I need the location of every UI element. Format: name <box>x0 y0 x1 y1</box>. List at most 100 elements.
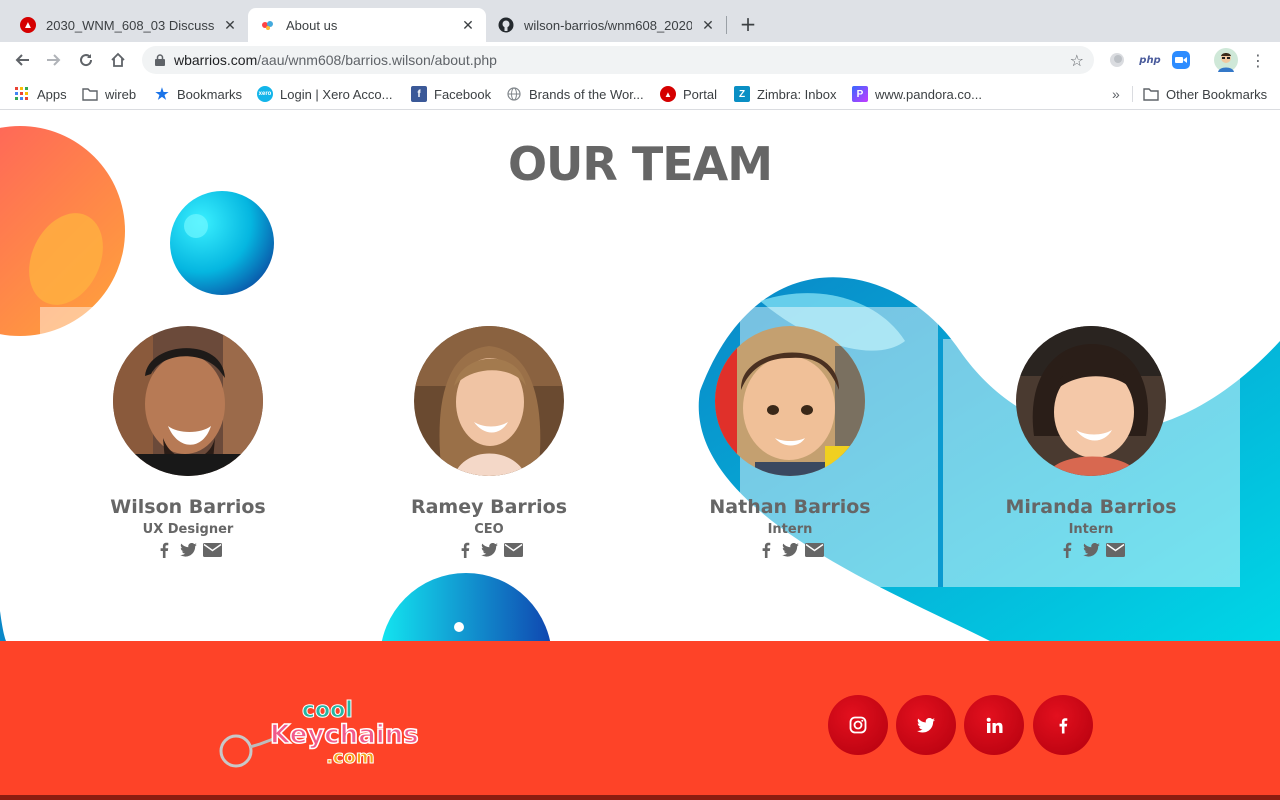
url-path: /aau/wnm608/barrios.wilson/about.php <box>257 52 497 68</box>
xero-icon: xero <box>257 86 273 102</box>
twitter-icon[interactable] <box>1081 541 1101 559</box>
apps-grid-icon <box>14 86 30 102</box>
instagram-icon <box>849 716 867 734</box>
reload-button[interactable] <box>74 48 98 72</box>
bookmark-label: wireb <box>105 86 137 102</box>
page-title: OUR TEAM <box>507 137 773 191</box>
tab-strip: ▲ 2030_WNM_608_03 Discussion ✕ About us … <box>0 0 1280 42</box>
envelope-icon[interactable] <box>1105 541 1125 559</box>
close-icon[interactable]: ✕ <box>222 17 238 33</box>
more-menu-icon[interactable]: ⋮ <box>1250 51 1266 70</box>
bookmark-pandora[interactable]: P www.pandora.co... <box>852 86 982 102</box>
close-icon[interactable]: ✕ <box>700 17 716 33</box>
bookmark-apps[interactable]: Apps <box>14 86 67 102</box>
bookmark-label: Facebook <box>434 86 492 102</box>
tab-divider <box>726 16 727 34</box>
home-icon <box>111 52 125 67</box>
member-name: Wilson Barrios <box>110 496 266 518</box>
home-button[interactable] <box>106 48 130 72</box>
bookmark-other[interactable]: Other Bookmarks <box>1143 86 1267 102</box>
portal-favicon-icon: ▲ <box>20 17 36 33</box>
github-icon <box>498 17 514 33</box>
footer-bottom-bar <box>0 795 1280 800</box>
bookmarks-bar: Apps wireb ★ Bookmarks xero Login | Xero… <box>0 78 1280 110</box>
member-social-links <box>38 541 338 559</box>
tab-title: wilson-barrios/wnm608_2020 <box>524 17 692 33</box>
bookmark-bookmarks[interactable]: ★ Bookmarks <box>154 86 243 103</box>
bookmark-label: Portal <box>683 86 717 102</box>
avatar <box>1016 326 1166 476</box>
bookmark-zimbra[interactable]: Z Zimbra: Inbox <box>734 86 836 102</box>
tab-title: About us <box>286 17 338 33</box>
bookmark-label: Brands of the Wor... <box>529 86 644 102</box>
site-footer: cool Keychains .com <box>0 641 1280 800</box>
tab-discussion[interactable]: ▲ 2030_WNM_608_03 Discussion ✕ <box>8 8 248 42</box>
facebook-icon[interactable] <box>455 541 475 559</box>
envelope-icon[interactable] <box>202 541 222 559</box>
back-button[interactable] <box>10 48 34 72</box>
twitter-icon[interactable] <box>479 541 499 559</box>
page-viewport: OUR TEAM Wilson Barrios UX Designer Rame… <box>0 111 1280 800</box>
folder-icon <box>82 86 98 102</box>
logo-text-keychains: Keychains <box>270 720 419 750</box>
star-icon: ★ <box>155 86 169 103</box>
pandora-icon: P <box>852 86 868 102</box>
tab-github[interactable]: wilson-barrios/wnm608_2020 ✕ <box>486 8 726 42</box>
member-social-links <box>941 541 1241 559</box>
tab-title: 2030_WNM_608_03 Discussion <box>46 17 214 33</box>
bookmark-brands[interactable]: Brands of the Wor... <box>506 86 644 102</box>
site-logo[interactable]: cool Keychains .com <box>218 693 428 773</box>
zoom-extension-icon[interactable] <box>1172 51 1190 69</box>
bookmark-star-icon[interactable]: ☆ <box>1070 51 1084 70</box>
bookmark-divider <box>1132 86 1133 102</box>
bookmark-label: Bookmarks <box>177 86 243 102</box>
twitter-icon[interactable] <box>780 541 800 559</box>
envelope-icon[interactable] <box>503 541 523 559</box>
footer-facebook-button[interactable] <box>1033 695 1093 755</box>
facebook-icon: f <box>411 86 427 102</box>
team-member-card: Wilson Barrios UX Designer <box>38 326 338 559</box>
logo-text-com: .com <box>326 747 375 768</box>
member-social-links <box>339 541 639 559</box>
arrow-left-icon <box>15 54 29 66</box>
footer-linkedin-button[interactable] <box>964 695 1024 755</box>
facebook-icon[interactable] <box>1057 541 1077 559</box>
bookmark-label: Zimbra: Inbox <box>757 86 837 102</box>
facebook-icon[interactable] <box>154 541 174 559</box>
profile-avatar[interactable] <box>1214 48 1238 72</box>
facebook-icon[interactable] <box>756 541 776 559</box>
forward-button[interactable] <box>42 48 66 72</box>
bookmark-label: Other Bookmarks <box>1166 86 1268 102</box>
member-name: Ramey Barrios <box>410 496 568 518</box>
bookmark-label: Apps <box>37 86 67 102</box>
team-member-card: Miranda Barrios Intern <box>941 326 1241 559</box>
team-member-card: Ramey Barrios CEO <box>339 326 639 559</box>
bookmarks-overflow-button[interactable]: » <box>1112 86 1120 102</box>
new-tab-button[interactable]: + <box>738 14 758 34</box>
envelope-icon[interactable] <box>804 541 824 559</box>
footer-instagram-button[interactable] <box>828 695 888 755</box>
member-role: Intern <box>1068 522 1114 537</box>
bookmark-xero[interactable]: xero Login | Xero Acco... <box>257 86 393 102</box>
bookmark-folder-wireb[interactable]: wireb <box>82 86 136 102</box>
php-extension-icon[interactable]: php <box>1138 51 1162 69</box>
zimbra-icon: Z <box>734 86 750 102</box>
footer-twitter-button[interactable] <box>896 695 956 755</box>
bookmark-label: Login | Xero Acco... <box>280 86 393 102</box>
twitter-icon[interactable] <box>178 541 198 559</box>
site-favicon-icon <box>260 17 276 33</box>
tab-about-us[interactable]: About us ✕ <box>248 8 486 42</box>
browser-toolbar: wbarrios.com/aau/wnm608/barrios.wilson/a… <box>0 42 1280 78</box>
bookmark-portal[interactable]: ▲ Portal <box>660 86 717 102</box>
avatar <box>715 326 865 476</box>
address-bar[interactable]: wbarrios.com/aau/wnm608/barrios.wilson/a… <box>142 46 1094 74</box>
folder-icon <box>1143 86 1159 102</box>
bookmark-facebook[interactable]: f Facebook <box>411 86 491 102</box>
member-social-links <box>640 541 940 559</box>
member-role: Intern <box>767 522 813 537</box>
close-icon[interactable]: ✕ <box>460 17 476 33</box>
extension-grey-icon[interactable] <box>1108 51 1126 69</box>
url-host: wbarrios.com <box>174 52 258 68</box>
portal-icon: ▲ <box>660 86 676 102</box>
bookmark-label: www.pandora.co... <box>875 86 982 102</box>
